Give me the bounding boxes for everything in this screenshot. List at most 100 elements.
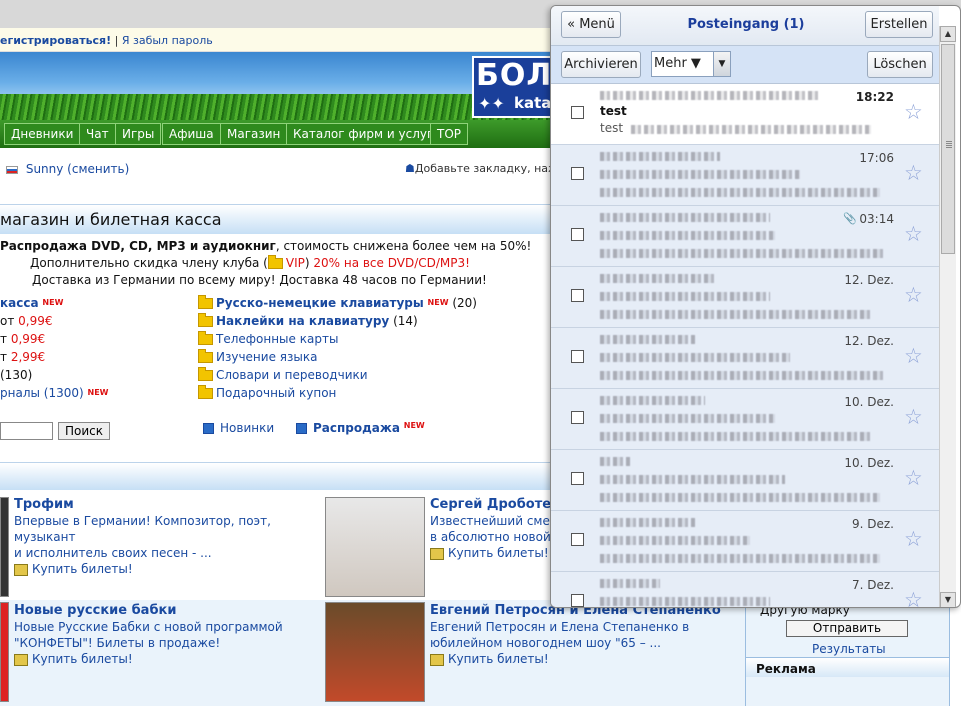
left-cat-item[interactable]: т 2,99€ (0, 348, 109, 366)
promo-sale-bold[interactable]: Распродажа DVD, CD, MP3 и аудиокниг (0, 239, 276, 253)
username-link[interactable]: Sunny (сменить) (26, 162, 129, 176)
event-title[interactable]: Трофим (14, 497, 324, 513)
star-icon[interactable]: ☆ (904, 588, 923, 607)
news-link[interactable]: Новинки (220, 421, 274, 435)
message-checkbox[interactable] (571, 228, 584, 241)
left-cat-item[interactable]: от 0,99€ (0, 312, 109, 330)
subject-redacted (600, 536, 750, 545)
scroll-thumb[interactable] (941, 44, 955, 254)
message-row[interactable]: 12. Dez. ☆ (551, 267, 939, 328)
cat-gift-coupon[interactable]: Подарочный купон (198, 384, 477, 402)
message-checkbox[interactable] (571, 106, 584, 119)
message-checkbox[interactable] (571, 533, 584, 546)
nav-top[interactable]: TOP (430, 123, 469, 145)
message-row[interactable]: 9. Dez. ☆ (551, 511, 939, 572)
message-row[interactable]: 10. Dez. ☆ (551, 450, 939, 511)
buy-tickets-link[interactable]: Купить билеты! (32, 562, 133, 576)
message-checkbox[interactable] (571, 167, 584, 180)
scroll-up-icon[interactable]: ▲ (940, 26, 956, 42)
results-link[interactable]: Результаты (812, 642, 886, 656)
nav-shop[interactable]: Магазин (220, 123, 288, 145)
message-row[interactable]: 📎 03:14 ☆ (551, 206, 939, 267)
shop-search-button[interactable]: Поиск (58, 422, 110, 440)
nav-catalog[interactable]: Каталог фирм и услуг (286, 123, 441, 145)
message-checkbox[interactable] (571, 289, 584, 302)
separator: | (114, 34, 119, 47)
star-icon[interactable]: ☆ (904, 527, 923, 551)
event-thumb-petrosyan[interactable] (325, 602, 425, 702)
message-row[interactable]: 17:06 ☆ (551, 145, 939, 206)
event-desc: Евгений Петросян и Елена Степаненко в (430, 620, 690, 634)
site-logo[interactable]: БОЛЬ ✦✦ kata (472, 56, 550, 118)
sender-redacted (600, 579, 660, 588)
register-link[interactable]: егистрироваться! (0, 34, 111, 47)
message-row[interactable]: 18:22 test test ☆ (551, 84, 939, 145)
folder-icon (198, 349, 213, 363)
arrow-icon (295, 423, 307, 434)
star-icon[interactable]: ☆ (904, 222, 923, 246)
star-icon[interactable]: ☆ (904, 466, 923, 490)
nav-chat[interactable]: Чат (79, 123, 116, 145)
event-title[interactable]: Сергей Дроботенко (430, 497, 550, 513)
event-thumb-trofim[interactable] (0, 497, 9, 597)
sender-redacted (600, 396, 705, 405)
message-row[interactable]: 12. Dez. ☆ (551, 328, 939, 389)
message-time: 17:06 (859, 151, 894, 165)
right-categories: Русско-немецкие клавиатуры NEW (20) Накл… (198, 294, 477, 402)
promo-line-2: Дополнительно скидка члену клуба (VIP) 2… (0, 255, 550, 272)
message-row[interactable]: 10. Dez. ☆ (551, 389, 939, 450)
promo-discount[interactable]: 20% на все DVD/CD/MP3! (313, 256, 470, 270)
event-desc: Новые Русские Бабки с новой программой (14, 620, 283, 634)
cat-stickers[interactable]: Наклейки на клавиатуру (14) (198, 312, 477, 330)
message-checkbox[interactable] (571, 472, 584, 485)
send-button[interactable]: Отправить (786, 620, 908, 637)
shop-links: Новинки Распродажа NEW (203, 421, 425, 435)
delete-button[interactable]: Löschen (867, 51, 933, 78)
scroll-down-icon[interactable]: ▼ (940, 592, 956, 607)
subject-redacted (600, 353, 790, 362)
folder-icon (198, 385, 213, 399)
event-thumb-babki[interactable] (0, 602, 9, 702)
shop-search-input[interactable] (0, 422, 53, 440)
left-cat-item[interactable]: т 0,99€ (0, 330, 109, 348)
archive-button[interactable]: Archivieren (561, 51, 641, 78)
message-checkbox[interactable] (571, 350, 584, 363)
message-checkbox[interactable] (571, 411, 584, 424)
cat-language[interactable]: Изучение языка (198, 348, 477, 366)
nav-diaries[interactable]: Дневники (4, 123, 81, 145)
star-icon[interactable]: ☆ (904, 100, 923, 124)
cat-phone-cards[interactable]: Телефонные карты (198, 330, 477, 348)
bookmark-hint[interactable]: ☗Добавьте закладку, наж (405, 162, 558, 175)
more-select[interactable]: Mehr ▼ ▼ (651, 51, 731, 77)
message-checkbox[interactable] (571, 594, 584, 607)
gmail-header: « Menü Posteingang (1) Erstellen (551, 6, 939, 46)
nav-games[interactable]: Игры (115, 123, 162, 145)
event-thumb-drobotenko[interactable] (325, 497, 425, 597)
sale-link[interactable]: Распродажа (313, 421, 400, 435)
left-cat-item[interactable]: (130) (0, 366, 109, 384)
star-icon[interactable]: ☆ (904, 344, 923, 368)
star-icon[interactable]: ☆ (904, 283, 923, 307)
cat-dictionaries[interactable]: Словари и переводчики (198, 366, 477, 384)
buy-tickets-link[interactable]: Купить билеты! (448, 652, 549, 666)
sender-redacted (600, 518, 695, 527)
menu-button[interactable]: « Menü (561, 11, 621, 38)
star-icon[interactable]: ☆ (904, 161, 923, 185)
vip-label[interactable]: VIP (286, 256, 305, 270)
subject-redacted (600, 597, 770, 606)
message-row[interactable]: 7. Dez. ☆ (551, 572, 939, 607)
nav-poster[interactable]: Афиша (162, 123, 221, 145)
sender-redacted (600, 457, 630, 466)
left-cat-item[interactable]: рналы (1300) NEW (0, 384, 109, 402)
forgot-password-link[interactable]: Я забыл пароль (122, 34, 213, 47)
compose-button[interactable]: Erstellen (865, 11, 933, 38)
cat-keyboards[interactable]: Русско-немецкие клавиатуры NEW (20) (198, 294, 477, 312)
event-title[interactable]: Новые русские бабки (14, 603, 324, 619)
buy-tickets-link[interactable]: Купить билеты! (32, 652, 133, 666)
star-icon[interactable]: ☆ (904, 405, 923, 429)
buy-tickets-link[interactable]: Купить билеты! (448, 546, 549, 560)
left-cat-item[interactable]: касса NEW (0, 294, 109, 312)
ticket-icon (14, 563, 28, 576)
event-desc: "КОНФЕТЫ"! Билеты в продаже! (14, 636, 221, 650)
scrollbar[interactable]: ▲ ▼ (939, 26, 956, 607)
